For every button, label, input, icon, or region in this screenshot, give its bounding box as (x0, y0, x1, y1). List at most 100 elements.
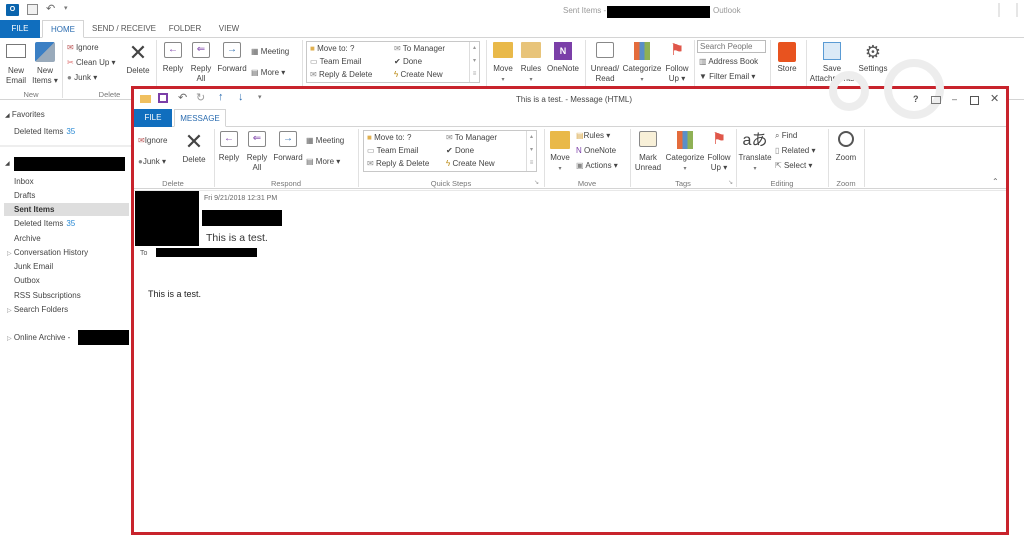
tab-file[interactable]: FILE (0, 20, 40, 38)
qs-create-new[interactable]: ϟ Create New (446, 158, 495, 170)
folder-sent-items[interactable]: Sent Items (14, 205, 54, 214)
translate-button[interactable]: aあ Translate ▾ (738, 131, 772, 174)
search-people-input[interactable] (697, 40, 766, 53)
settings-button[interactable]: ⚙ Settings (857, 42, 889, 74)
folder-outbox[interactable]: Outbox (14, 276, 40, 285)
ignore-button[interactable]: ✉Ignore (138, 135, 167, 147)
minimize-icon[interactable]: – (952, 94, 957, 104)
move-button[interactable]: Move ▾ (490, 42, 516, 85)
categorize-button[interactable]: Categorize ▾ (622, 42, 662, 85)
undo-icon[interactable]: ↶ (46, 2, 55, 15)
clean-up-button[interactable]: ✂ Clean Up ▾ (67, 57, 116, 69)
ignore-button[interactable]: ✉ Ignore (67, 42, 99, 54)
qs-move-to[interactable]: ■ Move to: ? (367, 132, 411, 144)
folder-drafts[interactable]: Drafts (14, 191, 35, 200)
find-button[interactable]: ⌕ Find (775, 130, 797, 142)
save-icon[interactable] (158, 93, 168, 103)
delete-button[interactable]: ✕ Delete (180, 131, 208, 165)
onenote-button[interactable]: N OneNote (545, 42, 581, 74)
forward-button[interactable]: → Forward (216, 42, 248, 74)
select-button[interactable]: ⇱ Select ▾ (775, 160, 812, 172)
ribbon-display-options-icon[interactable] (931, 96, 941, 104)
unread-read-button[interactable]: Unread/ Read (588, 42, 622, 84)
new-email-button[interactable]: New Email (3, 42, 29, 86)
related-button[interactable]: ▯ Related ▾ (775, 145, 815, 157)
mark-unread-button[interactable]: Mark Unread (632, 131, 664, 173)
maximize-icon[interactable] (970, 96, 979, 105)
favorites-header[interactable]: ◢ Favorites (5, 110, 45, 119)
tab-home[interactable]: HOME (42, 20, 84, 38)
follow-up-button[interactable]: ⚑ Follow Up ▾ (705, 131, 733, 173)
expand-triangle-icon[interactable]: ▷ (7, 251, 12, 257)
categorize-button[interactable]: Categorize ▾ (665, 131, 705, 174)
rules-button[interactable]: ▤Rules ▾ (576, 130, 610, 142)
actions-button[interactable]: ▣ Actions ▾ (576, 160, 618, 172)
store-button[interactable]: Store (774, 42, 800, 74)
tags-launcher-icon[interactable]: ↘ (728, 179, 733, 186)
qs-team-email[interactable]: ▭ Team Email (310, 56, 361, 68)
message-body[interactable]: This is a test. (148, 289, 201, 299)
collapse-ribbon-icon[interactable]: ⌃ (992, 177, 999, 186)
qs-to-manager[interactable]: ✉ To Manager (394, 43, 445, 55)
reply-button[interactable]: ← Reply (160, 42, 186, 74)
more-respond-button[interactable]: ▤ More ▾ (306, 156, 340, 168)
tab-view[interactable]: VIEW (210, 20, 248, 38)
quick-steps-launcher-icon[interactable]: ↘ (534, 179, 539, 186)
folder-search-folders[interactable]: ▷ Search Folders (7, 305, 68, 314)
folder-rss-subscriptions[interactable]: RSS Subscriptions (14, 291, 81, 300)
folder-junk-email[interactable]: Junk Email (14, 262, 53, 271)
junk-button[interactable]: ●Junk ▾ (138, 156, 166, 168)
redo-icon[interactable]: ↻ (196, 91, 205, 104)
qs-reply-delete[interactable]: ✉ Reply & Delete (310, 69, 372, 81)
zoom-button[interactable]: Zoom (832, 131, 860, 163)
onenote-button[interactable]: N OneNote (576, 145, 616, 157)
rules-button[interactable]: Rules ▾ (519, 42, 543, 85)
close-icon[interactable]: ✕ (990, 92, 999, 105)
move-button[interactable]: Move ▾ (547, 131, 573, 174)
account-collapse-icon[interactable]: ◢ (5, 160, 10, 167)
tab-folder[interactable]: FOLDER (164, 20, 206, 38)
next-item-icon[interactable]: ↓ (238, 91, 244, 103)
online-archive[interactable]: ▷ Online Archive - (7, 333, 70, 342)
junk-button[interactable]: ● Junk ▾ (67, 72, 97, 84)
meeting-button[interactable]: ▦ Meeting (306, 135, 344, 147)
folder-inbox[interactable]: Inbox (14, 177, 34, 186)
follow-up-button[interactable]: ⚑ Follow Up ▾ (663, 42, 691, 84)
reply-all-button[interactable]: ⇐ Reply All (244, 131, 270, 173)
qs-team-email[interactable]: ▭ Team Email (367, 145, 418, 157)
help-icon[interactable]: ? (913, 94, 919, 104)
send-receive-all-icon[interactable] (27, 4, 38, 15)
tab-file[interactable]: FILE (134, 109, 172, 127)
folder-deleted-items[interactable]: Deleted Items 35 (14, 219, 75, 228)
customize-qat-icon[interactable]: ▾ (258, 93, 262, 101)
qs-done[interactable]: ✔ Done (394, 56, 422, 68)
qs-scroll[interactable]: ▴ ▾ ≡ (469, 42, 479, 82)
qs-reply-delete[interactable]: ✉ Reply & Delete (367, 158, 429, 170)
customize-qat-icon[interactable]: ▾ (64, 4, 68, 12)
qs-scroll[interactable]: ▴ ▾ ≡ (526, 131, 536, 171)
previous-item-icon[interactable]: ↑ (218, 91, 224, 103)
qs-move-to[interactable]: ■ Move to: ? (310, 43, 354, 55)
folder-archive[interactable]: Archive (14, 234, 41, 243)
mark-unread-label-1: Mark (639, 153, 657, 162)
more-respond-button[interactable]: ▤ More ▾ (251, 67, 285, 79)
qs-create-new[interactable]: ϟ Create New (394, 69, 443, 81)
reply-button[interactable]: ← Reply (216, 131, 242, 163)
new-items-button[interactable]: New Items ▾ (31, 42, 59, 86)
qs-to-manager[interactable]: ✉ To Manager (446, 132, 497, 144)
reply-all-button[interactable]: ⇐ Reply All (188, 42, 214, 84)
tab-send-receive[interactable]: SEND / RECEIVE (88, 20, 160, 38)
meeting-button[interactable]: ▦ Meeting (251, 46, 289, 58)
undo-icon[interactable]: ↶ (178, 91, 187, 104)
favorite-item-deleted-items[interactable]: Deleted Items 35 (14, 127, 75, 136)
delete-button[interactable]: ✕ Delete (123, 42, 153, 76)
forward-button[interactable]: → Forward (272, 131, 304, 163)
expand-triangle-icon[interactable]: ▷ (7, 336, 12, 342)
qs-done[interactable]: ✔ Done (446, 145, 474, 157)
folder-conversation-history[interactable]: ▷ Conversation History (7, 248, 88, 257)
address-book-button[interactable]: ▥ Address Book (699, 56, 758, 68)
filter-email-button[interactable]: ▼ Filter Email ▾ (699, 71, 755, 83)
check-icon: ✔ (446, 146, 453, 155)
tab-message[interactable]: MESSAGE (174, 109, 226, 127)
expand-triangle-icon[interactable]: ▷ (7, 308, 12, 314)
